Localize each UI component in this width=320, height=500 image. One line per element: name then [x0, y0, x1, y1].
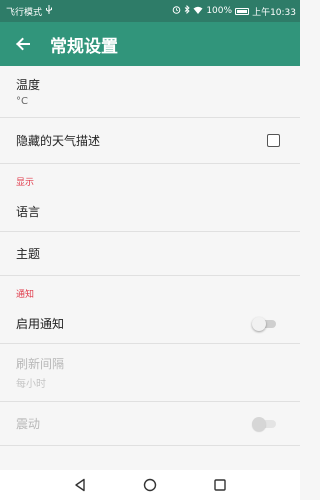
app-bar: 常规设置	[0, 22, 300, 66]
settings-list: 温度 °C 隐藏的天气描述 显示 语言 主题 通知 启用通知 刷新间隔 每小时 …	[0, 66, 300, 470]
enable-notify-setting[interactable]: 启用通知	[0, 304, 300, 344]
triangle-back-icon	[75, 478, 85, 492]
vibrate-setting: 震动	[0, 402, 300, 446]
airplane-mode-label: 飞行模式	[6, 7, 43, 18]
temperature-value: °C	[16, 96, 28, 107]
wifi-icon	[193, 6, 203, 17]
battery-percent: 100%	[206, 6, 233, 16]
theme-setting[interactable]: 主题	[0, 232, 300, 276]
language-setting[interactable]: 语言	[0, 192, 300, 232]
back-button[interactable]	[0, 22, 46, 66]
vibrate-switch	[252, 416, 276, 431]
switch-thumb	[252, 416, 266, 431]
usb-icon	[45, 5, 53, 17]
refresh-interval-value: 每小时	[16, 379, 46, 390]
refresh-interval-setting: 刷新间隔 每小时	[0, 344, 300, 402]
section-header-display: 显示	[16, 178, 35, 188]
bluetooth-icon	[184, 4, 190, 17]
status-right: 100% 上午10:33	[172, 4, 296, 18]
temperature-setting[interactable]: 温度 °C	[0, 66, 300, 118]
theme-title: 主题	[16, 247, 41, 261]
hide-weather-title: 隐藏的天气描述	[16, 134, 101, 148]
clock-time: 上午10:33	[252, 7, 296, 18]
refresh-interval-title: 刷新间隔	[16, 357, 65, 371]
language-title: 语言	[16, 205, 41, 219]
navigation-bar	[0, 470, 300, 500]
enable-notify-switch[interactable]	[252, 316, 276, 331]
temperature-title: 温度	[16, 78, 41, 92]
nav-recent-button[interactable]	[210, 475, 230, 495]
square-recent-icon	[214, 479, 226, 491]
status-left: 飞行模式	[6, 5, 53, 18]
nav-back-button[interactable]	[70, 475, 90, 495]
page-title: 常规设置	[50, 36, 118, 57]
arrow-left-icon	[16, 37, 30, 51]
hide-weather-checkbox[interactable]	[267, 133, 280, 147]
hide-weather-setting[interactable]: 隐藏的天气描述	[0, 118, 300, 164]
alarm-icon	[172, 5, 181, 17]
status-bar: 飞行模式 100% 上午10:33	[0, 0, 300, 22]
switch-thumb	[252, 316, 266, 331]
circle-home-icon	[143, 478, 157, 492]
battery-icon	[235, 7, 250, 15]
section-header-notify: 通知	[16, 290, 35, 300]
nav-home-button[interactable]	[140, 475, 160, 495]
